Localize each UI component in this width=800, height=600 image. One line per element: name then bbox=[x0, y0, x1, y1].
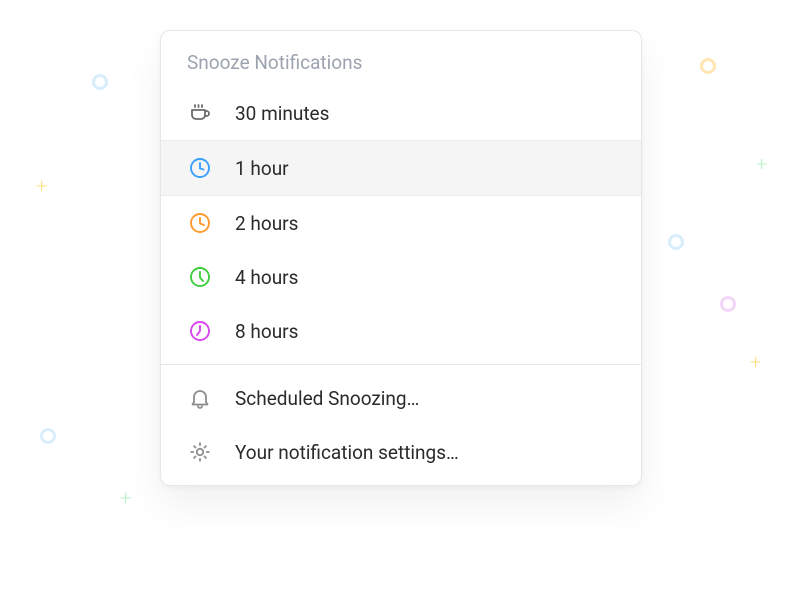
snooze-option-4h[interactable]: 4 hours bbox=[161, 250, 641, 304]
scheduled-snoozing-item[interactable]: Scheduled Snoozing… bbox=[161, 371, 641, 425]
notification-settings-item[interactable]: Your notification settings… bbox=[161, 425, 641, 485]
menu-divider bbox=[161, 364, 641, 365]
snooze-option-label: 30 minutes bbox=[235, 102, 329, 125]
clock-green-icon bbox=[187, 264, 213, 290]
deco-ring-icon bbox=[720, 296, 736, 312]
deco-plus-icon: + bbox=[750, 352, 761, 372]
snooze-option-label: 4 hours bbox=[235, 266, 298, 289]
clock-magenta-icon bbox=[187, 318, 213, 344]
deco-ring-icon bbox=[40, 428, 56, 444]
deco-ring-icon bbox=[700, 58, 716, 74]
deco-ring-icon bbox=[92, 74, 108, 90]
snooze-menu-panel: Snooze Notifications 30 minutes 1 hour bbox=[160, 30, 642, 486]
snooze-option-label: 2 hours bbox=[235, 212, 298, 235]
clock-blue-icon bbox=[187, 155, 213, 181]
deco-ring-icon bbox=[668, 234, 684, 250]
snooze-option-label: 1 hour bbox=[235, 157, 289, 180]
footer-item-label: Scheduled Snoozing… bbox=[235, 387, 419, 410]
snooze-option-1h[interactable]: 1 hour bbox=[161, 140, 641, 196]
menu-title: Snooze Notifications bbox=[161, 31, 641, 86]
deco-plus-icon: + bbox=[36, 176, 47, 196]
snooze-option-8h[interactable]: 8 hours bbox=[161, 304, 641, 358]
deco-plus-icon: + bbox=[756, 154, 767, 174]
bell-icon bbox=[187, 385, 213, 411]
snooze-option-label: 8 hours bbox=[235, 320, 298, 343]
coffee-cup-icon bbox=[187, 100, 213, 126]
deco-plus-icon: + bbox=[120, 488, 131, 508]
snooze-option-2h[interactable]: 2 hours bbox=[161, 196, 641, 250]
snooze-option-30m[interactable]: 30 minutes bbox=[161, 86, 641, 140]
footer-item-label: Your notification settings… bbox=[235, 441, 459, 464]
clock-orange-icon bbox=[187, 210, 213, 236]
gear-icon bbox=[187, 439, 213, 465]
